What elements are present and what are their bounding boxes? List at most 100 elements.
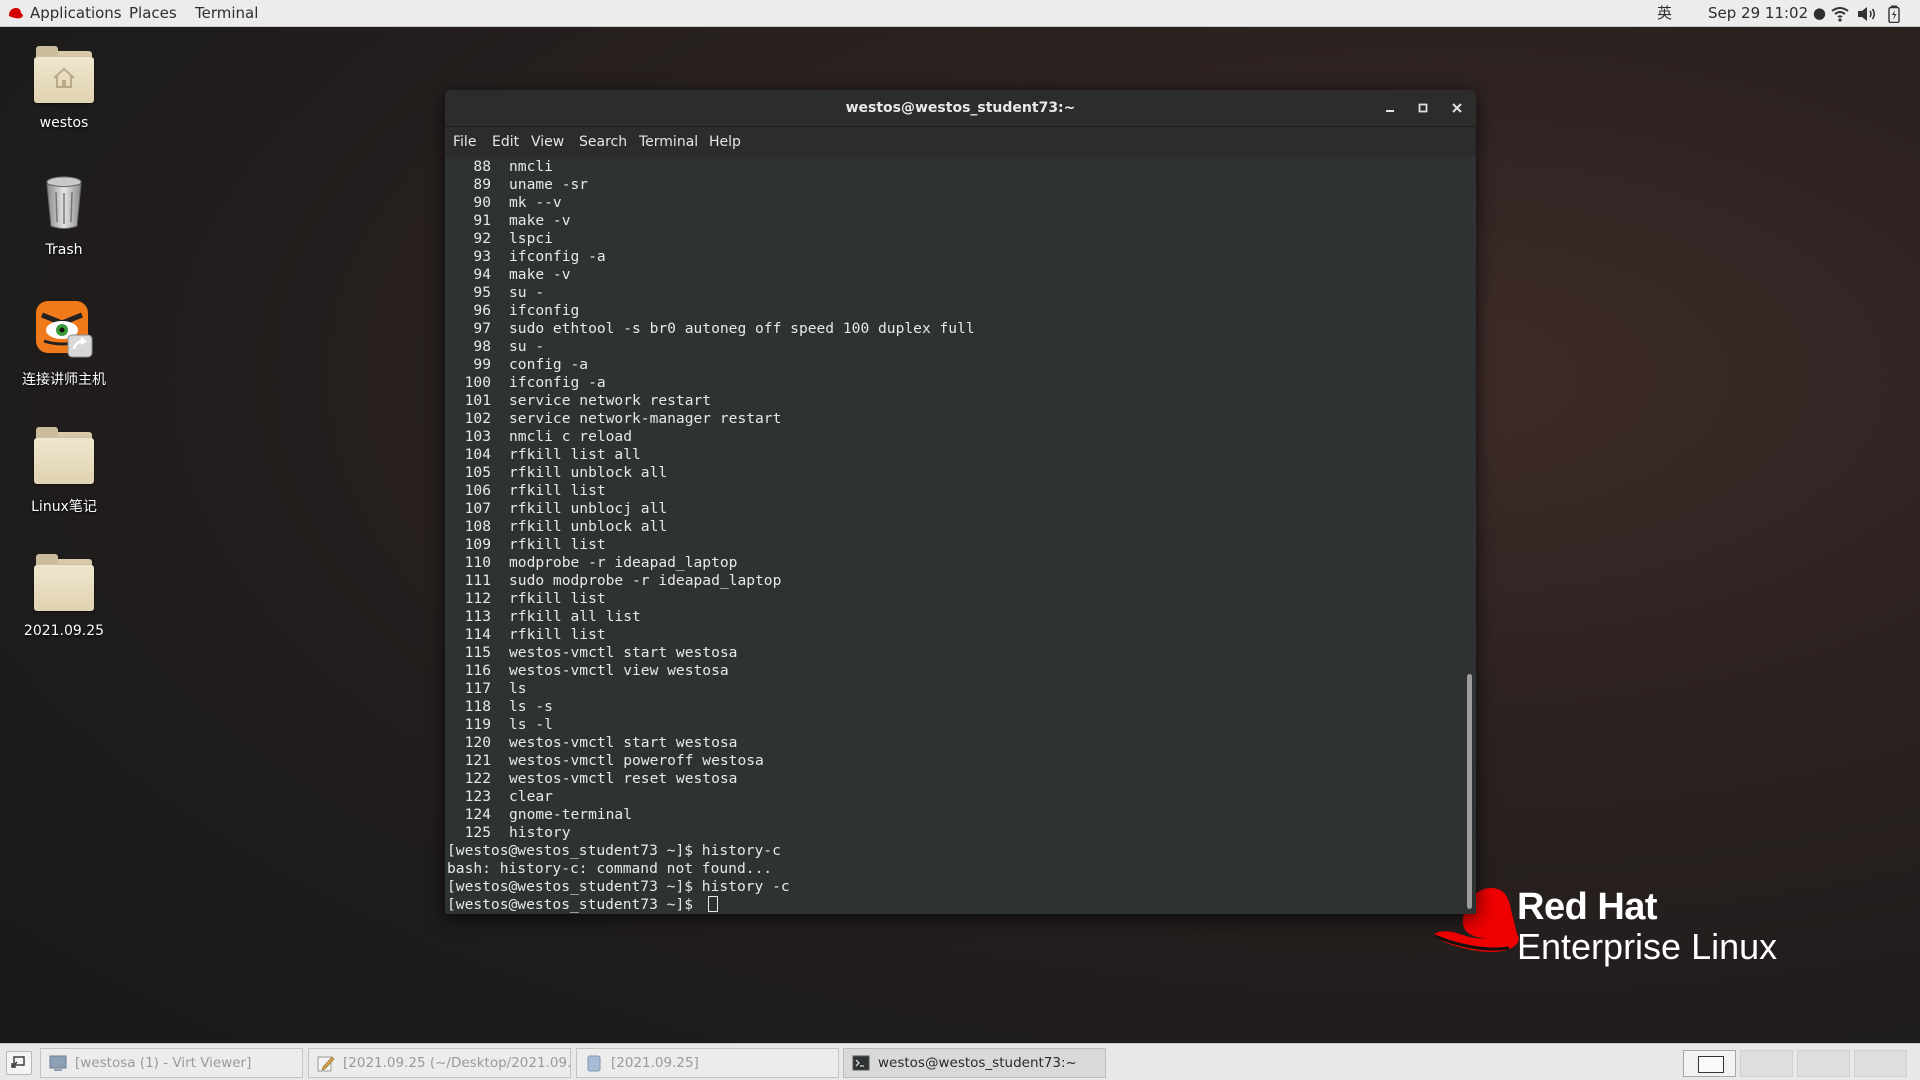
history-line: 108 rfkill unblock all [447, 518, 1457, 536]
scrollbar[interactable] [1464, 157, 1476, 914]
close-button[interactable] [1448, 99, 1466, 117]
terminal-text: 88 nmcli 89 uname -sr 90 mk --v 91 make -v 92 lsp… [447, 158, 1457, 914]
scrollbar-thumb[interactable] [1467, 674, 1472, 909]
task-terminal[interactable]: westos@westos_student73:~ [843, 1048, 1106, 1078]
battery-icon[interactable] [1888, 5, 1900, 23]
terminal-icon [852, 1055, 870, 1071]
desktop-icon-linux-notes[interactable]: Linux笔记 [0, 424, 128, 516]
history-number: 97 [473, 320, 491, 337]
history-command: make -v [509, 266, 571, 283]
history-number: 90 [473, 194, 491, 211]
history-command: mk --v [509, 194, 562, 211]
volume-icon[interactable] [1857, 6, 1877, 22]
terminal-window[interactable]: westos@westos_student73:~ File Edit View… [445, 90, 1476, 914]
menu-edit[interactable]: Edit [492, 127, 519, 158]
desktop-icon-westos[interactable]: westos [0, 43, 128, 131]
text-editor-icon [317, 1056, 335, 1072]
redhat-wordmark-line2: Enterprise Linux [1517, 926, 1778, 967]
history-line: 88 nmcli [447, 158, 1457, 176]
window-titlebar[interactable]: westos@westos_student73:~ [445, 90, 1476, 127]
clock[interactable]: Sep 29 11:02 ● [1708, 0, 1826, 27]
history-number: 125 [464, 824, 491, 841]
prompt-line[interactable]: [westos@westos_student73 ~]$ [447, 896, 1457, 914]
workspace-3[interactable] [1797, 1050, 1850, 1077]
history-command: modprobe -r ideapad_laptop [509, 554, 738, 571]
history-command: uname -sr [509, 176, 589, 193]
input-method-indicator[interactable]: 英 [1657, 0, 1672, 27]
desktop-icon-2021-09-25[interactable]: 2021.09.25 [0, 551, 128, 639]
history-line: 99 config -a [447, 356, 1457, 374]
workspace-2[interactable] [1740, 1050, 1793, 1077]
desktop-icon-label: 2021.09.25 [23, 623, 105, 639]
maximize-button[interactable] [1414, 99, 1432, 117]
history-line: 89 uname -sr [447, 176, 1457, 194]
history-number: 102 [464, 410, 491, 427]
desktop-icon-label: Linux笔记 [31, 499, 97, 515]
menu-search[interactable]: Search [579, 127, 627, 158]
top-panel: Applications Places Terminal 英 Sep 29 11… [0, 0, 1920, 27]
history-command: westos-vmctl reset westosa [509, 770, 738, 787]
history-number: 116 [464, 662, 491, 679]
redhat-hat-icon[interactable] [7, 6, 24, 20]
history-command: westos-vmctl start westosa [509, 734, 738, 751]
history-number: 103 [464, 428, 491, 445]
menu-view[interactable]: View [531, 127, 564, 158]
desktop-icon-label: westos [39, 115, 89, 131]
history-number: 123 [464, 788, 491, 805]
places-menu[interactable]: Places [129, 0, 177, 27]
shell-prompt: [westos@westos_student73 ~]$ [447, 896, 702, 913]
history-command: rfkill unblocj all [509, 500, 668, 517]
history-command: ifconfig -a [509, 248, 606, 265]
terminal-output-area[interactable]: 88 nmcli 89 uname -sr 90 mk --v 91 make -v 92 lsp… [445, 157, 1476, 914]
history-line: 93 ifconfig -a [447, 248, 1457, 266]
task-label: [2021.09.25] [611, 1055, 699, 1071]
history-number: 120 [464, 734, 491, 751]
workspace-4[interactable] [1854, 1050, 1907, 1077]
show-desktop-icon [11, 1056, 25, 1068]
history-command: nmcli c reload [509, 428, 633, 445]
workspace-1[interactable] [1683, 1050, 1736, 1077]
history-number: 106 [464, 482, 491, 499]
task-virt-viewer[interactable]: [westosa (1) - Virt Viewer] [40, 1048, 303, 1078]
history-number: 111 [464, 572, 491, 589]
history-command: rfkill unblock all [509, 518, 668, 535]
menu-file[interactable]: File [453, 127, 476, 158]
history-line: 106 rfkill list [447, 482, 1457, 500]
desktop-icon-connect-teacher[interactable]: 连接讲师主机 [0, 297, 128, 389]
history-line: 119 ls -l [447, 716, 1457, 734]
history-command: rfkill list [509, 536, 606, 553]
show-desktop-button[interactable] [6, 1051, 32, 1075]
history-number: 99 [473, 356, 491, 373]
history-command: ls -l [509, 716, 553, 733]
history-number: 108 [464, 518, 491, 535]
menu-terminal[interactable]: Terminal [639, 127, 698, 158]
workspace-window-thumbnail [1698, 1056, 1724, 1073]
history-number: 113 [464, 608, 491, 625]
desktop-icon-trash[interactable]: Trash [0, 170, 128, 258]
history-number: 88 [473, 158, 491, 175]
menu-help[interactable]: Help [709, 127, 741, 158]
history-number: 122 [464, 770, 491, 787]
history-number: 121 [464, 752, 491, 769]
history-line: 110 modprobe -r ideapad_laptop [447, 554, 1457, 572]
history-command: westos-vmctl view westosa [509, 662, 729, 679]
task-file-manager[interactable]: [2021.09.25] [576, 1048, 839, 1078]
history-command: lspci [509, 230, 553, 247]
history-line: 113 rfkill all list [447, 608, 1457, 626]
terminal-app-menu[interactable]: Terminal [195, 0, 258, 27]
wifi-icon[interactable] [1831, 6, 1849, 22]
history-command: westos-vmctl poweroff westosa [509, 752, 764, 769]
minimize-button[interactable] [1381, 99, 1399, 117]
history-number: 117 [464, 680, 491, 697]
virt-viewer-icon [49, 1055, 67, 1071]
history-number: 101 [464, 392, 491, 409]
history-command: rfkill all list [509, 608, 641, 625]
history-line: 120 westos-vmctl start westosa [447, 734, 1457, 752]
history-line: 116 westos-vmctl view westosa [447, 662, 1457, 680]
home-folder-icon [32, 43, 96, 107]
history-command: rfkill list [509, 590, 606, 607]
history-line: 102 service network-manager restart [447, 410, 1457, 428]
task-text-editor[interactable]: [2021.09.25 (~/Desktop/2021.09.2... [308, 1048, 571, 1078]
redhat-wordmark-line1: Red Hat [1517, 886, 1658, 928]
applications-menu[interactable]: Applications [30, 0, 122, 27]
